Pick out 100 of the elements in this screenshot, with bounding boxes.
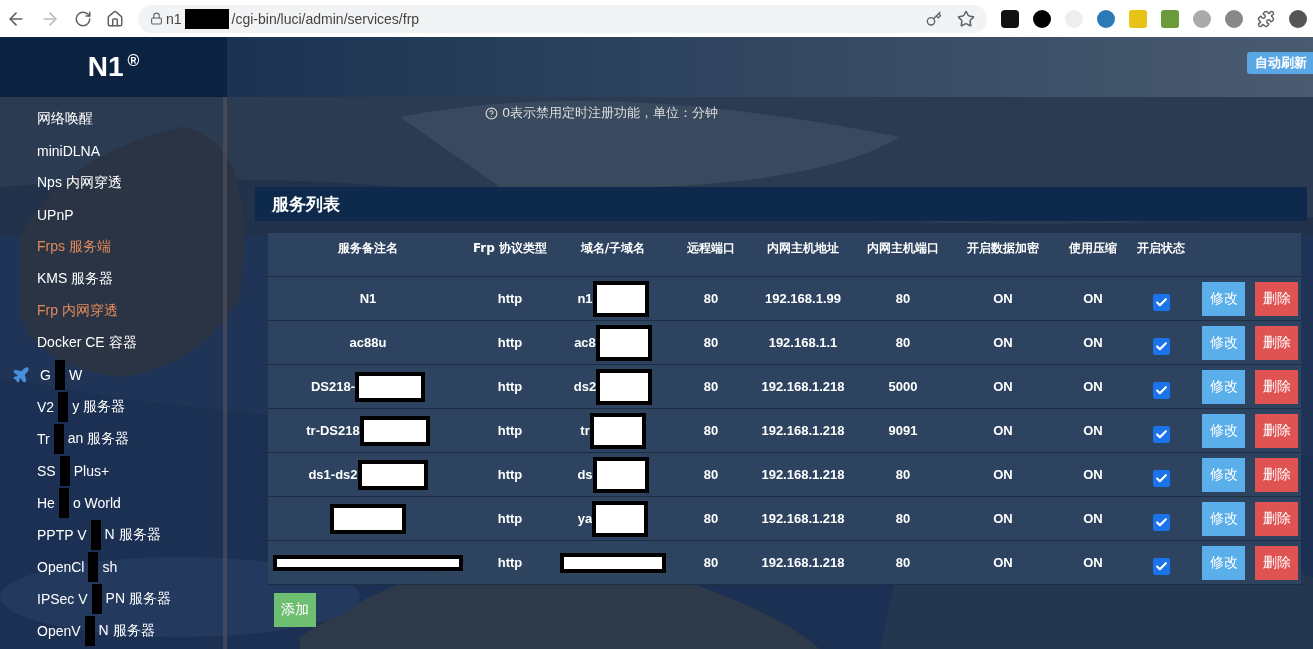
address-bar[interactable]: n1 /cgi-bin/luci/admin/services/frp (138, 4, 987, 33)
home-icon[interactable] (106, 9, 124, 28)
sidebar-item[interactable]: Frp 内网穿透 (37, 302, 118, 320)
enabled-checkbox[interactable] (1152, 514, 1170, 531)
sidebar-item[interactable]: KMS 服务器 (37, 270, 114, 288)
sidebar-item[interactable]: W (68, 367, 83, 383)
extension-icon[interactable] (1033, 9, 1051, 28)
table-cell-text: 80 (894, 335, 912, 350)
table-cell: n1 (577, 291, 593, 306)
enabled-checkbox[interactable] (1152, 382, 1170, 399)
enabled-checkbox[interactable] (1152, 338, 1170, 355)
table-cell-text: http (496, 379, 524, 394)
checkmark-icon (1154, 384, 1168, 397)
column-header: 开启数据加密 (967, 239, 1039, 257)
avatar-icon[interactable] (1289, 9, 1307, 28)
table-cell-text: 80 (894, 291, 912, 306)
table-cell-text: ON (992, 423, 1014, 438)
sidebar-item[interactable]: y 服务器 (72, 398, 125, 416)
table-cell-text: ON (1082, 423, 1104, 438)
table-cell-text: http (496, 291, 524, 306)
table-cell-text: 80 (894, 555, 912, 570)
sidebar-item[interactable]: Docker CE 容器 (37, 334, 137, 352)
table-cell-text: 192.168.1.1 (767, 335, 839, 350)
sidebar-item[interactable]: OpenCl (37, 559, 85, 575)
reload-icon[interactable] (74, 9, 92, 28)
delete-button[interactable]: 删除 (1255, 413, 1298, 448)
table-cell-text: 192.168.1.99 (764, 291, 842, 306)
sidebar-item[interactable]: PN 服务器 (105, 590, 171, 608)
table-cell-text: 80 (702, 555, 720, 570)
redaction-mark (359, 415, 430, 446)
enabled-checkbox[interactable] (1152, 558, 1170, 575)
url-text: n1 (166, 10, 182, 27)
checkmark-icon (1154, 340, 1168, 353)
sidebar-item[interactable]: UPnP (37, 207, 74, 223)
redaction-mark (84, 616, 95, 646)
column-header: 内网主机地址 (767, 239, 839, 257)
sidebar-item[interactable]: Plus+ (73, 463, 110, 479)
sidebar-item[interactable]: Tr (37, 431, 50, 447)
redaction-mark (592, 280, 649, 317)
table-cell-text: http (496, 423, 524, 438)
redaction-mark (58, 488, 69, 518)
key-icon[interactable] (926, 10, 942, 27)
table-cell-text: 192.168.1.218 (760, 423, 846, 438)
bookmark-star-icon[interactable] (957, 9, 975, 28)
column-header: 域名/子域名 (580, 239, 646, 257)
extension-icon[interactable] (1001, 9, 1019, 28)
table-cell-text: 80 (702, 379, 720, 394)
table-cell-text: 192.168.1.218 (760, 511, 846, 526)
sidebar-item[interactable]: He (37, 495, 55, 511)
sidebar-item[interactable]: 网络唤醒 (37, 110, 93, 128)
sidebar-item[interactable]: N 服务器 (98, 622, 155, 640)
sidebar-item[interactable]: miniDLNA (37, 143, 100, 159)
sidebar-item[interactable]: Nps 内网穿透 (37, 174, 122, 192)
table-cell-text: ON (1082, 467, 1104, 482)
table-cell-text: 80 (702, 423, 720, 438)
redaction-mark (184, 8, 229, 29)
column-header: 开启状态 (1137, 239, 1185, 257)
delete-button[interactable]: 删除 (1255, 501, 1298, 536)
table-cell: ya (577, 511, 593, 526)
table-cell-text: ON (992, 555, 1014, 570)
column-header: 服务备注名 (338, 239, 398, 257)
plane-icon (12, 366, 30, 384)
delete-button[interactable]: 删除 (1255, 281, 1298, 316)
sidebar-item[interactable]: G (40, 367, 51, 383)
hint-text: 0表示禁用定时注册功能，单位：分钟 (502, 104, 719, 122)
sidebar-item[interactable]: sh (102, 559, 118, 575)
enabled-checkbox[interactable] (1152, 426, 1170, 443)
delete-button[interactable]: 删除 (1255, 545, 1298, 580)
sidebar-item[interactable]: V2 (37, 399, 55, 415)
sidebar-item[interactable]: Frps 服务端 (37, 238, 111, 256)
table-cell-text: ON (992, 379, 1014, 394)
table-cell-text: ON (992, 467, 1014, 482)
redaction-mark (596, 368, 653, 405)
enabled-checkbox[interactable] (1152, 470, 1170, 487)
column-header: 远程端口 (687, 239, 735, 257)
checkmark-icon (1154, 296, 1168, 309)
delete-button[interactable]: 删除 (1255, 457, 1298, 492)
sidebar-item[interactable]: IPSec V (37, 591, 88, 607)
table-cell-text: 192.168.1.218 (760, 467, 846, 482)
help-icon (485, 106, 498, 120)
delete-button[interactable]: 删除 (1255, 325, 1298, 360)
sidebar-item[interactable]: N 服务器 (104, 526, 161, 544)
lock-icon (150, 12, 163, 25)
sidebar-item[interactable]: an 服务器 (67, 430, 130, 448)
extensions-icon[interactable] (1257, 9, 1275, 28)
redaction-mark (53, 424, 64, 454)
redaction-mark (589, 412, 646, 449)
redaction-mark (90, 520, 101, 550)
delete-button[interactable]: 删除 (1255, 369, 1298, 404)
table-cell: N1 (359, 291, 377, 306)
sidebar-item[interactable]: SS (37, 463, 56, 479)
table-cell-text: 9091 (887, 423, 919, 438)
checkmark-icon (1154, 560, 1168, 573)
sidebar-item[interactable]: o World (72, 495, 121, 511)
enabled-checkbox[interactable] (1152, 294, 1170, 311)
sidebar-item[interactable]: PPTP V (37, 527, 87, 543)
column-header: 内网主机端口 (867, 239, 939, 257)
table-cell: tr (580, 423, 590, 438)
sidebar-item[interactable]: OpenV (37, 623, 81, 639)
table-cell-text: ON (992, 291, 1014, 306)
